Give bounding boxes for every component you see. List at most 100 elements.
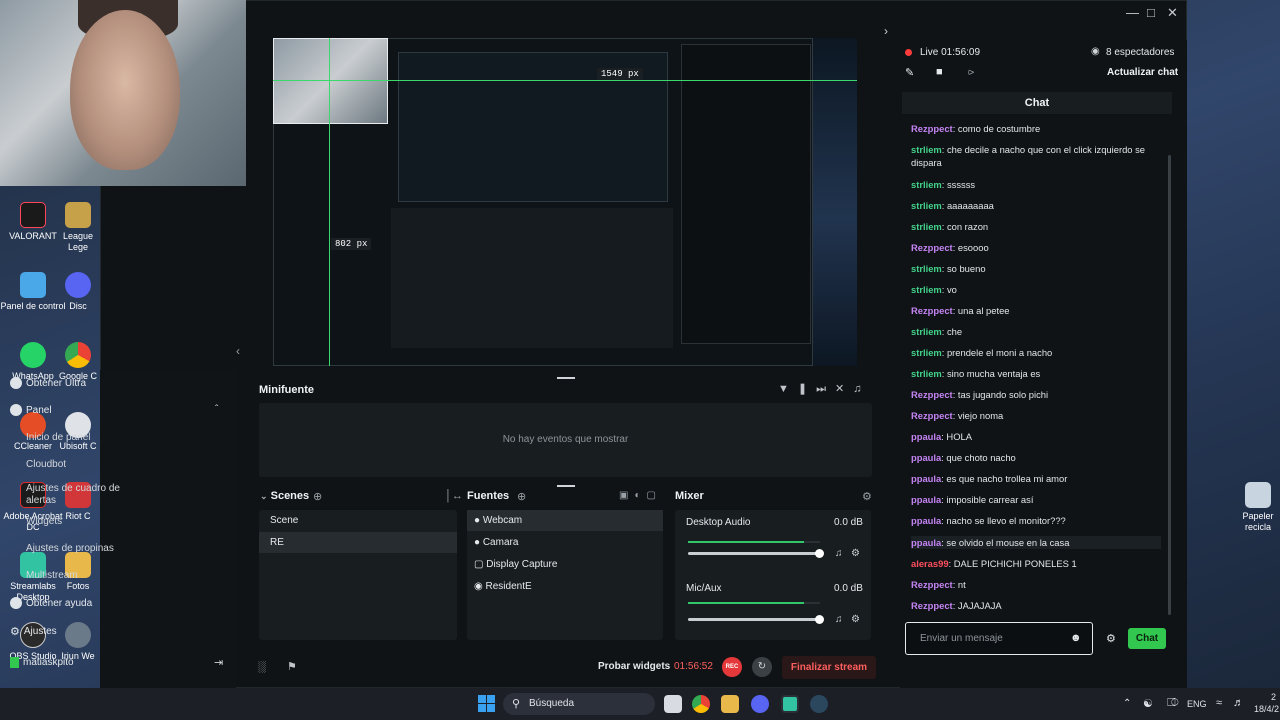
chat-username[interactable]: Rezppect xyxy=(911,600,953,611)
sidebar-item-ajustes[interactable]: ⚙ Ajustes xyxy=(10,625,57,638)
scenes-chevron-icon[interactable]: ⌄ xyxy=(260,491,268,501)
explorer-icon[interactable] xyxy=(721,695,739,713)
volume-knob-mic[interactable] xyxy=(815,615,824,624)
chat-username[interactable]: aleras99 xyxy=(911,558,949,569)
desktop-icon-league[interactable]: League Lege xyxy=(58,202,98,253)
settings-mic-icon[interactable]: ⚙ xyxy=(851,614,860,625)
chat-username[interactable]: ppaula xyxy=(911,473,941,484)
source-item-camara[interactable]: ● Camara xyxy=(474,537,518,548)
chat-username[interactable]: Rezppect xyxy=(911,579,953,590)
volume-icon[interactable]: ♫ xyxy=(853,383,870,395)
speaker-icon[interactable]: ♬ xyxy=(1233,697,1244,709)
chat-username[interactable]: strliem xyxy=(911,284,942,295)
mute-mic-icon[interactable]: ♫ xyxy=(835,614,843,625)
actualizar-chat-button[interactable]: Actualizar chat xyxy=(1107,67,1178,78)
desktop-icon-papelera[interactable]: Papeler recicla xyxy=(1236,482,1280,533)
chat-username[interactable]: Rezppect xyxy=(911,242,953,253)
tray-chevron-icon[interactable]: ⌃ xyxy=(1123,698,1131,709)
close-icon[interactable]: ✕ xyxy=(1167,5,1178,21)
settings-desktop-icon[interactable]: ⚙ xyxy=(851,548,860,559)
chat-username[interactable]: Rezppect xyxy=(911,305,953,316)
chat-username[interactable]: ppaula xyxy=(911,537,941,548)
chat-username[interactable]: strliem xyxy=(911,263,942,274)
volume-slider-mic[interactable] xyxy=(688,615,824,624)
collapse-sidebar-icon[interactable]: ‹ xyxy=(236,344,240,358)
probar-widgets-button[interactable]: Probar widgets xyxy=(598,661,670,672)
sidebar-item-panel[interactable]: Panel xyxy=(10,404,52,416)
discord-taskbar-icon[interactable] xyxy=(751,695,769,713)
video-icon[interactable]: ■ xyxy=(936,66,943,78)
source-item-residente[interactable]: ◉ ResidentE xyxy=(474,581,532,592)
maximize-icon[interactable]: □ xyxy=(1147,5,1155,20)
source-item-display[interactable]: ▢ Display Capture xyxy=(474,559,557,570)
chat-settings-icon[interactable]: ⚙ xyxy=(1106,632,1116,645)
replay-buffer-button[interactable]: ↻ xyxy=(752,657,772,677)
desktop-icon-iriun[interactable]: Iriun We xyxy=(58,622,98,662)
desktop-icon-valorant[interactable]: VALORANT xyxy=(0,202,66,242)
volume-knob-desktop[interactable] xyxy=(815,549,824,558)
preview-resize-handle[interactable] xyxy=(557,377,575,379)
mute-desktop-icon[interactable]: ♫ xyxy=(835,548,843,559)
date[interactable]: 18/4/2 xyxy=(1254,704,1279,714)
chat-username[interactable]: strliem xyxy=(911,200,942,211)
scene-transitions-icon[interactable]: │↔ xyxy=(445,490,463,502)
scene-item-selected[interactable]: RE xyxy=(270,537,284,548)
add-source-icon[interactable]: ⊕ xyxy=(517,490,526,503)
minimize-icon[interactable]: — xyxy=(1126,5,1139,20)
chat-username[interactable]: ppaula xyxy=(911,515,941,526)
finalizar-stream-button[interactable]: Finalizar stream xyxy=(782,656,876,679)
network-icon[interactable]: ☯ xyxy=(1143,697,1153,710)
desktop-icon-panel-control[interactable]: Panel de control xyxy=(0,272,66,312)
emoji-icon[interactable]: ☻ xyxy=(1070,632,1082,644)
pause-icon[interactable]: ❚ xyxy=(798,383,816,395)
streamlabs-taskbar-icon[interactable] xyxy=(781,695,799,713)
sidebar-item-multistream[interactable]: Multistream xyxy=(26,570,78,581)
send-chat-button[interactable]: Chat xyxy=(1128,628,1166,649)
stats-icon[interactable]: ░ xyxy=(258,661,266,673)
sidebar-item-inicio-panel[interactable]: Inicio de panel xyxy=(26,432,91,443)
skip-icon[interactable]: ⏭ xyxy=(816,383,835,395)
sidebar-item-cloudbot[interactable]: Cloudbot xyxy=(26,459,66,470)
mic-icon[interactable]: ⎄ xyxy=(1167,697,1179,710)
language-indicator[interactable]: ENG xyxy=(1187,699,1207,709)
filter-icon[interactable]: ▼ xyxy=(778,383,798,395)
scene-item[interactable]: Scene xyxy=(270,515,298,526)
clock[interactable]: 2 xyxy=(1271,692,1276,702)
sidebar-item-ajustes-alertas[interactable]: Ajustes de cuadro de alertas xyxy=(26,483,126,507)
mute-alerts-icon[interactable]: ✕ xyxy=(835,383,853,395)
rec-button[interactable]: REC xyxy=(722,657,742,677)
preview-webcam-source[interactable] xyxy=(273,38,388,124)
chevron-up-icon[interactable]: ˆ xyxy=(215,404,218,415)
stream-preview[interactable]: 1549 px 802 px xyxy=(273,38,857,366)
taskview-icon[interactable] xyxy=(664,695,682,713)
chat-username[interactable]: strliem xyxy=(911,326,942,337)
chat-username[interactable]: Rezppect xyxy=(911,123,953,134)
alerts-icon[interactable]: ⚑ xyxy=(287,660,297,673)
chat-username[interactable]: ppaula xyxy=(911,494,941,505)
collapse-chat-icon[interactable]: › xyxy=(884,24,888,38)
add-scene-icon[interactable]: ⊕ xyxy=(313,490,322,503)
chat-input[interactable]: Enviar un mensaje xyxy=(905,622,1093,655)
panels-resize-handle[interactable] xyxy=(557,485,575,487)
edit-icon[interactable]: ✎ xyxy=(905,66,914,79)
sidebar-item-obtener-ayuda[interactable]: Obtener ayuda xyxy=(10,597,92,609)
desktop-icon-discord[interactable]: Disc xyxy=(58,272,98,312)
desktop-icon-whatsapp[interactable]: WhatsApp xyxy=(0,342,66,382)
chat-username[interactable]: strliem xyxy=(911,347,942,358)
chat-scrollbar[interactable] xyxy=(1168,155,1171,615)
source-item-webcam[interactable]: ● Webcam xyxy=(474,515,522,526)
desktop-icon-chrome[interactable]: Google C xyxy=(58,342,98,382)
chat-username[interactable]: strliem xyxy=(911,368,942,379)
chrome-taskbar-icon[interactable] xyxy=(692,695,710,713)
chat-username[interactable]: strliem xyxy=(911,221,942,232)
start-icon[interactable] xyxy=(478,695,495,712)
steam-icon[interactable] xyxy=(810,695,828,713)
chat-username[interactable]: strliem xyxy=(911,179,942,190)
sidebar-item-obtener-ultra[interactable]: Obtener Ultra xyxy=(10,377,86,389)
logout-icon[interactable]: ⇥ xyxy=(214,656,223,669)
volume-slider-desktop[interactable] xyxy=(688,549,824,558)
chat-username[interactable]: Rezppect xyxy=(911,410,953,421)
source-toolbar-icons[interactable]: ▣◐▢ xyxy=(619,490,662,501)
chat-username[interactable]: ppaula xyxy=(911,452,941,463)
share-icon[interactable]: ⪧ xyxy=(968,66,974,79)
